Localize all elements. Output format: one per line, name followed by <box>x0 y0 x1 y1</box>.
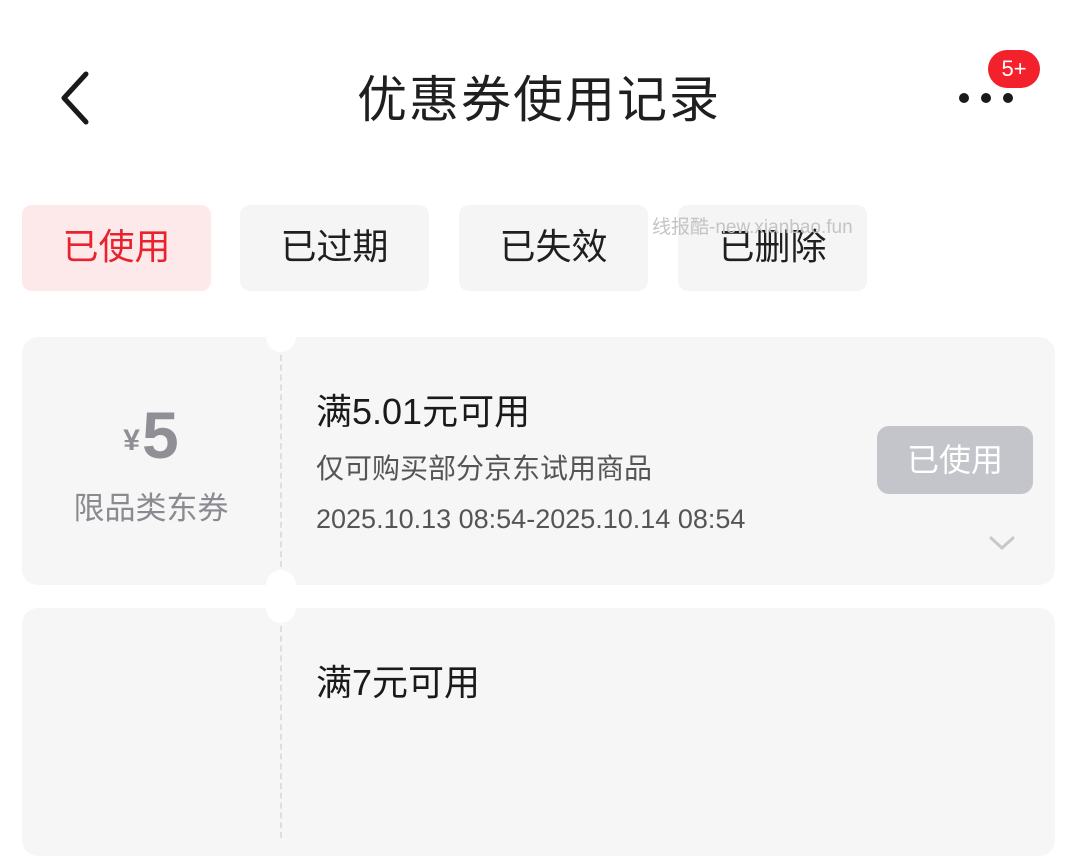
currency-symbol: ¥ <box>123 424 140 457</box>
chevron-down-icon <box>989 536 1015 550</box>
tab-used[interactable]: 已使用 <box>22 205 211 291</box>
coupon-validity: 2025.10.13 08:54-2025.10.14 08:54 <box>316 504 746 534</box>
page-title: 优惠券使用记录 <box>357 71 721 129</box>
coupon-amount-section: ¥5 限品类东券 <box>22 337 280 585</box>
coupon-card[interactable]: ¥5 限品类东券 满5.01元可用 仅可购买部分京东试用商品 2025.10.1… <box>22 337 1055 585</box>
coupon-condition: 满5.01元可用 <box>316 391 531 432</box>
tab-expired[interactable]: 已过期 <box>240 205 429 291</box>
dashed-divider <box>280 355 282 567</box>
card-notch-top <box>266 608 296 623</box>
expand-button[interactable] <box>988 533 1016 553</box>
coupon-amount: ¥5 <box>22 397 280 473</box>
coupon-description: 仅可购买部分京东试用商品 <box>316 452 653 485</box>
dashed-divider <box>280 626 282 838</box>
coupon-card[interactable]: 满7元可用 <box>22 608 1055 856</box>
coupon-type: 限品类东券 <box>73 491 229 527</box>
watermark-text: 线报酷-new.xianbao.fun <box>652 217 853 238</box>
coupon-condition: 满7元可用 <box>316 662 481 703</box>
coupon-value: 5 <box>141 398 179 472</box>
header-bar: 优惠券使用记录 5+ <box>0 0 1078 190</box>
tab-invalid[interactable]: 已失效 <box>459 205 648 291</box>
notification-badge: 5+ <box>988 50 1040 88</box>
used-status-button[interactable]: 已使用 <box>877 426 1033 494</box>
